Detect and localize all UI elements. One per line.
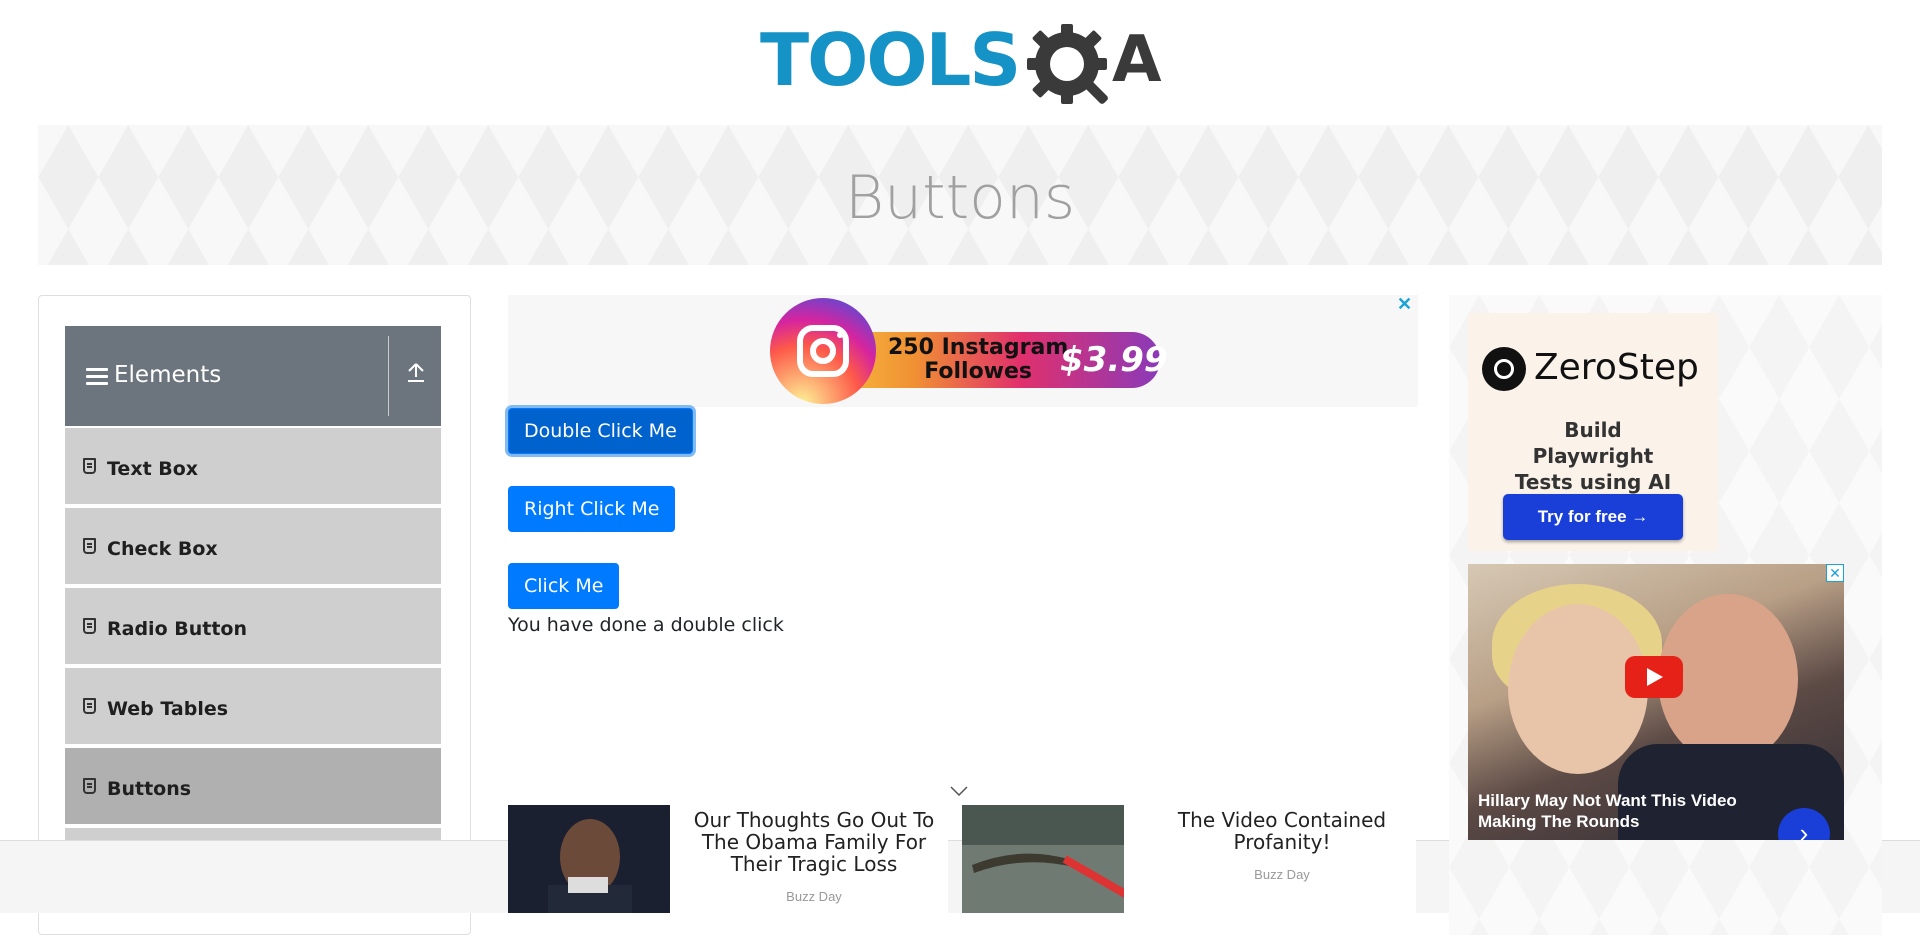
video-ad-close-icon[interactable]: ✕ <box>1826 564 1844 582</box>
news-title: The Video Contained Profanity! <box>1177 808 1387 854</box>
double-click-message: You have done a double click <box>508 614 784 636</box>
sidebar-item-label: Radio Button <box>107 618 247 640</box>
ad-line1: 250 Instagram <box>888 335 1069 360</box>
sidebar-item-buttons[interactable]: Buttons <box>65 746 441 824</box>
collapse-arrow-icon[interactable] <box>400 360 432 392</box>
try-for-free-button[interactable]: Try for free → <box>1503 494 1683 540</box>
sidebar-group-elements[interactable]: Elements <box>65 326 441 426</box>
hamburger-icon <box>86 368 108 386</box>
instagram-icon <box>770 298 876 404</box>
news-source: Buzz Day <box>786 889 842 904</box>
double-click-button[interactable]: Double Click Me <box>508 408 693 454</box>
html5-icon <box>83 778 96 794</box>
page-title: Buttons <box>844 163 1076 233</box>
sidebar-item-label: Check Box <box>107 538 218 560</box>
news-source: Buzz Day <box>1254 867 1310 882</box>
logo-text: TOOLS <box>760 18 1021 102</box>
instagram-ad[interactable]: 250 Instagram Followes $3.99 <box>770 298 1168 404</box>
sidebar-item-text-box[interactable]: Text Box <box>65 426 441 504</box>
news-card[interactable]: The Video Contained Profanity! Buzz Day <box>962 805 1416 913</box>
click-me-button[interactable]: Click Me <box>508 563 620 609</box>
gear-magnifier-icon <box>1027 24 1108 104</box>
play-icon[interactable] <box>1625 656 1683 698</box>
video-ad[interactable]: Hillary May Not Want This Video Making T… <box>1468 564 1844 840</box>
html5-icon <box>83 618 96 634</box>
news-title: Our Thoughts Go Out To The Obama Family … <box>693 808 935 876</box>
html5-icon <box>83 538 96 554</box>
sidebar-group-title: Elements <box>114 362 222 388</box>
sidebar-item-label: Text Box <box>107 458 199 480</box>
html5-icon <box>83 458 96 474</box>
sidebar: Elements Text Box Check Box Radio Button… <box>38 295 471 935</box>
ad-price: $3.99 <box>1060 340 1168 380</box>
ad-close-icon[interactable]: ✕ <box>1397 294 1412 315</box>
video-caption: Hillary May Not Want This Video Making T… <box>1478 791 1737 831</box>
zerostep-name: ZeroStep <box>1534 347 1699 388</box>
html5-icon <box>83 698 96 714</box>
right-click-button[interactable]: Right Click Me <box>508 486 676 532</box>
page-banner: Buttons <box>38 125 1882 265</box>
ad-text: 250 Instagram Followes <box>888 336 1068 384</box>
zerostep-ad[interactable]: ZeroStep Build Playwright Tests using AI… <box>1468 313 1718 551</box>
chevron-down-icon[interactable] <box>950 780 968 801</box>
sidebar-item-web-tables[interactable]: Web Tables <box>65 666 441 744</box>
news-card[interactable]: Our Thoughts Go Out To The Obama Family … <box>508 805 948 913</box>
logo-suffix: A <box>1112 23 1162 97</box>
sidebar-item-label: Web Tables <box>107 698 229 720</box>
news-thumbnail <box>962 805 1124 913</box>
zerostep-logo-icon <box>1482 347 1526 391</box>
zerostep-tagline: Build Playwright Tests using AI <box>1514 418 1672 494</box>
toolsqa-logo[interactable]: TOOLS A <box>760 18 1165 114</box>
news-thumbnail <box>508 805 670 913</box>
sidebar-item-radio-button[interactable]: Radio Button <box>65 586 441 664</box>
ad-line2: Followes <box>924 359 1033 384</box>
sidebar-item-check-box[interactable]: Check Box <box>65 506 441 584</box>
header-divider <box>388 336 389 416</box>
sidebar-item-label: Buttons <box>107 778 192 800</box>
